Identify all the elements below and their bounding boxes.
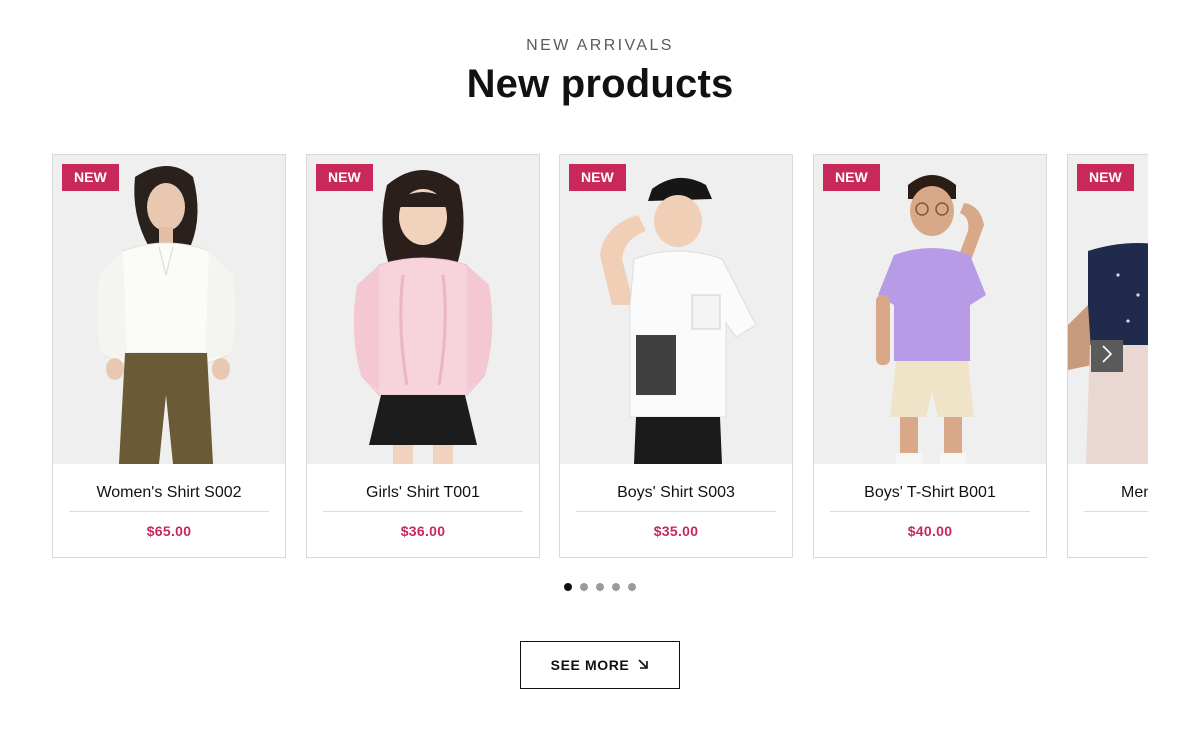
new-badge: NEW [569,164,626,191]
product-name[interactable]: Boys' Shirt S003 [576,484,776,502]
divider [1084,511,1148,512]
product-card[interactable]: NEW Boys' Shirt S003 $35.00 [559,154,793,558]
carousel-next-button[interactable] [1091,340,1123,372]
see-more-button[interactable]: SEE MORE [520,641,680,689]
product-image[interactable]: NEW [1068,155,1148,464]
product-image[interactable]: NEW [560,155,792,464]
product-price: $65.00 [146,523,192,539]
product-card[interactable]: NEW Boys' T-Shirt B001 $40.00 [813,154,1047,558]
pagination-dot[interactable] [564,583,572,591]
product-image[interactable]: NEW [814,155,1046,464]
carousel-pagination [0,583,1200,591]
product-price: $40.00 [907,523,953,539]
new-badge: NEW [823,164,880,191]
pagination-dot[interactable] [596,583,604,591]
pagination-dot[interactable] [612,583,620,591]
new-badge: NEW [316,164,373,191]
product-name[interactable]: Women's Shirt S002 [69,484,269,502]
pagination-dot[interactable] [628,583,636,591]
section-eyebrow: NEW ARRIVALS [526,37,674,54]
new-badge: NEW [1077,164,1134,191]
product-name[interactable]: Girls' Shirt T001 [323,484,523,502]
product-carousel: NEW Women's Shirt S002 $65.00 NEW Girls'… [52,154,1148,558]
chevron-right-icon [1100,344,1114,368]
product-image[interactable]: NEW [53,155,285,464]
divider [576,511,776,512]
product-image[interactable]: NEW [307,155,539,464]
divider [830,511,1030,512]
divider [323,511,523,512]
divider [69,511,269,512]
new-badge: NEW [62,164,119,191]
product-card[interactable]: NEW Women's Shirt S002 $65.00 [52,154,286,558]
product-name[interactable]: Boys' T-Shirt B001 [830,484,1030,502]
arrow-down-right-icon [637,657,649,673]
section-title: New products [466,62,734,106]
see-more-label: SEE MORE [550,657,630,673]
pagination-dot[interactable] [580,583,588,591]
product-price: $36.00 [400,523,446,539]
product-price: $35.00 [653,523,699,539]
product-card[interactable]: NEW Girls' Shirt T001 $36.00 [306,154,540,558]
product-name[interactable]: Men [1121,484,1148,502]
